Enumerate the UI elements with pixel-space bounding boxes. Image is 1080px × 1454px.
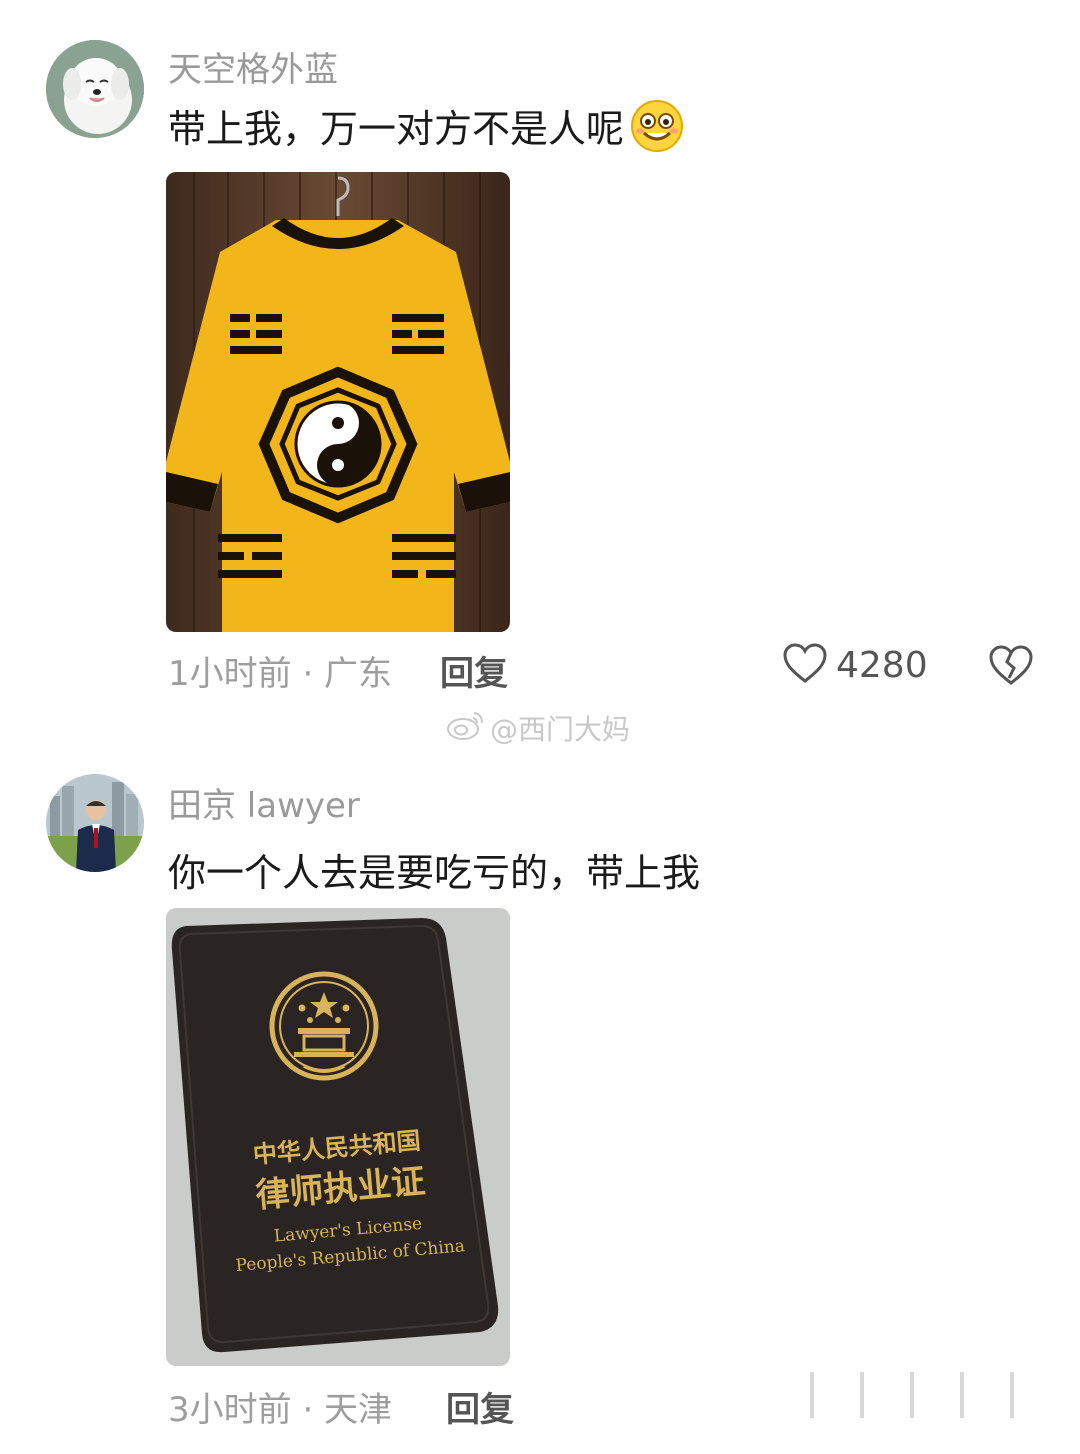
reply-button[interactable]: 回复	[440, 646, 508, 695]
broken-heart-icon	[988, 645, 1034, 690]
dislike-button[interactable]	[988, 644, 1034, 690]
comment-meta: 1小时前 · 广东	[168, 654, 393, 694]
smile-emoji-icon	[630, 99, 684, 153]
like-count: 4280	[836, 644, 928, 686]
avatar[interactable]	[46, 40, 144, 138]
avatar[interactable]	[46, 774, 144, 872]
comment-image-lawyer-license[interactable]: 中华人民共和国 律师执业证 Lawyer's License People's …	[166, 908, 510, 1366]
bottom-fade-decoration	[810, 1372, 1060, 1418]
username[interactable]: 天空格外蓝	[168, 42, 338, 91]
comment-text: 你一个人去是要吃亏的，带上我	[168, 842, 700, 897]
weibo-logo-icon	[446, 709, 486, 748]
comment-text-content: 带上我，万一对方不是人呢	[168, 107, 625, 151]
watermark-text: @西门大妈	[490, 713, 631, 746]
comment-meta: 3小时前 · 天津	[168, 1390, 393, 1430]
heart-icon	[782, 642, 828, 688]
reply-button[interactable]: 回复	[446, 1382, 514, 1431]
username[interactable]: 田京 lawyer	[168, 778, 360, 827]
comment-text-content: 你一个人去是要吃亏的，带上我	[168, 851, 701, 895]
like-button[interactable]: 4280	[782, 642, 928, 688]
weibo-watermark: @西门大妈	[446, 708, 630, 748]
comment-image-taoist-shirt[interactable]	[166, 172, 510, 632]
comment-text: 带上我，万一对方不是人呢	[168, 98, 684, 153]
